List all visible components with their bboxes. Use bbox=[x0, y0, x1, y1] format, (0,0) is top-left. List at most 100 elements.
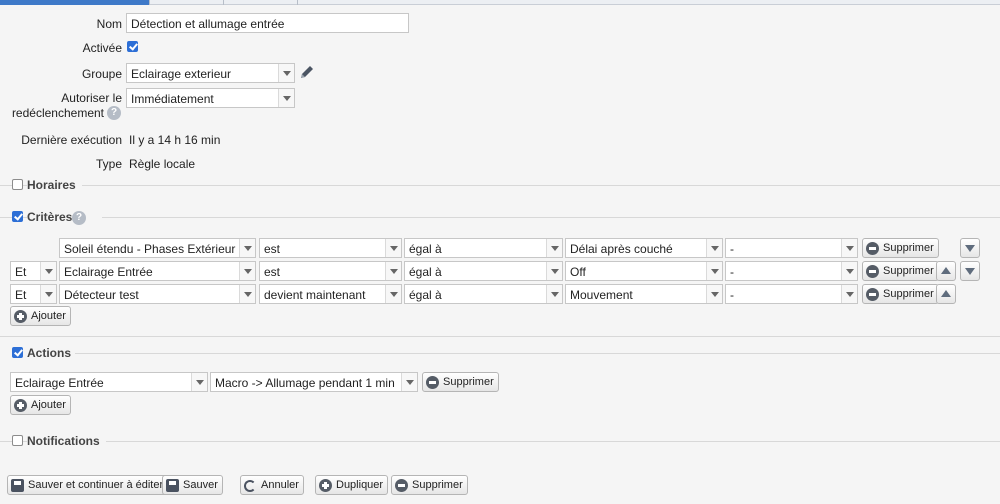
criteria-device-select[interactable]: Soleil étendu - Phases Extérieur bbox=[59, 238, 256, 258]
tab[interactable] bbox=[150, 0, 224, 5]
remove-criteria-button[interactable]: Supprimer bbox=[862, 261, 939, 281]
tab-active[interactable] bbox=[0, 0, 150, 5]
chevron-down-icon bbox=[841, 262, 857, 280]
actions-checkbox[interactable] bbox=[12, 347, 23, 358]
remove-criteria-button[interactable]: Supprimer bbox=[862, 238, 939, 258]
remove-action-button[interactable]: Supprimer bbox=[422, 372, 499, 392]
button-label: Supprimer bbox=[883, 288, 934, 300]
groupe-label: Groupe bbox=[81, 67, 122, 81]
chevron-down-icon bbox=[546, 285, 562, 303]
nom-input[interactable]: Détection et allumage entrée bbox=[126, 13, 409, 33]
add-criteria-button[interactable]: Ajouter bbox=[10, 306, 71, 326]
tab[interactable] bbox=[224, 0, 298, 5]
button-label: Supprimer bbox=[443, 376, 494, 388]
chevron-down-icon bbox=[278, 64, 294, 82]
undo-icon bbox=[244, 480, 256, 492]
chevron-down-icon bbox=[546, 239, 562, 257]
cancel-button[interactable]: Annuler bbox=[240, 475, 304, 495]
nom-label: Nom bbox=[96, 17, 122, 31]
button-label: Annuler bbox=[261, 479, 299, 491]
autoriser-label-1: Autoriser le bbox=[61, 91, 122, 105]
move-up-button[interactable] bbox=[936, 261, 956, 281]
minus-circle-icon bbox=[866, 265, 879, 278]
button-label: Sauver bbox=[183, 479, 218, 491]
chevron-down-icon bbox=[841, 239, 857, 257]
criteria-device-select[interactable]: Détecteur test bbox=[59, 284, 256, 304]
help-icon[interactable]: ? bbox=[107, 106, 121, 120]
criteria-conj-select[interactable]: Et bbox=[10, 284, 57, 304]
criteria-verb-select[interactable]: devient maintenant bbox=[259, 284, 402, 304]
save-and-continue-button[interactable]: Sauver et continuer à éditer bbox=[7, 475, 169, 495]
groupe-select-value: Eclairage exterieur bbox=[131, 67, 232, 81]
move-down-button[interactable] bbox=[960, 261, 980, 281]
action-command-select[interactable]: Macro -> Allumage pendant 1 min bbox=[210, 372, 418, 392]
criteria-value-select[interactable]: Off bbox=[565, 261, 723, 281]
delete-button[interactable]: Supprimer bbox=[391, 475, 468, 495]
criteria-extra-value: - bbox=[730, 265, 734, 279]
chevron-down-icon bbox=[278, 89, 294, 107]
plus-circle-icon bbox=[319, 479, 332, 492]
chevron-down-icon bbox=[841, 285, 857, 303]
criteria-conj-select[interactable]: Et bbox=[10, 261, 57, 281]
criteria-verb-select[interactable]: est bbox=[259, 238, 402, 258]
horaires-checkbox[interactable] bbox=[12, 179, 23, 190]
criteria-verb-value: devient maintenant bbox=[264, 288, 366, 302]
type-label: Type bbox=[95, 157, 122, 171]
groupe-select[interactable]: Eclairage exterieur bbox=[126, 63, 295, 83]
move-up-button[interactable] bbox=[936, 284, 956, 304]
button-label: Supprimer bbox=[412, 479, 463, 491]
criteria-verb-value: est bbox=[264, 265, 281, 279]
move-down-button[interactable] bbox=[960, 238, 980, 258]
minus-circle-icon bbox=[426, 376, 439, 389]
criteria-comp-value: égal à bbox=[409, 288, 442, 302]
criteria-value-select[interactable]: Mouvement bbox=[565, 284, 723, 304]
pencil-icon[interactable] bbox=[299, 64, 315, 80]
chevron-down-icon bbox=[401, 373, 417, 391]
derniere-label: Dernière exécution bbox=[21, 133, 122, 147]
remove-criteria-button[interactable]: Supprimer bbox=[862, 284, 939, 304]
criteria-value-value: Off bbox=[570, 265, 586, 279]
chevron-down-icon bbox=[239, 239, 255, 257]
chevron-down-icon bbox=[706, 239, 722, 257]
floppy-disk-icon bbox=[11, 479, 24, 492]
button-label: Sauver et continuer à éditer bbox=[28, 479, 164, 491]
activee-checkbox[interactable] bbox=[127, 41, 138, 52]
criteria-comp-select[interactable]: égal à bbox=[404, 261, 563, 281]
action-device-select[interactable]: Eclairage Entrée bbox=[10, 372, 208, 392]
criteres-checkbox[interactable] bbox=[12, 211, 23, 222]
button-label: Ajouter bbox=[31, 310, 66, 322]
divider bbox=[0, 336, 1000, 337]
criteria-extra-value: - bbox=[730, 242, 734, 256]
save-button[interactable]: Sauver bbox=[162, 475, 223, 495]
autoriser-select[interactable]: Immédiatement bbox=[126, 88, 295, 108]
chevron-down-icon bbox=[706, 285, 722, 303]
help-icon[interactable]: ? bbox=[72, 211, 86, 225]
chevron-down-icon bbox=[40, 262, 56, 280]
autoriser-select-value: Immédiatement bbox=[131, 92, 214, 106]
divider bbox=[0, 441, 1000, 442]
horaires-title: Horaires bbox=[27, 178, 82, 192]
chevron-down-icon bbox=[706, 262, 722, 280]
divider bbox=[0, 217, 1000, 218]
criteria-extra-select[interactable]: - bbox=[725, 284, 858, 304]
criteria-conj-value: Et bbox=[15, 265, 27, 279]
divider bbox=[0, 185, 1000, 186]
criteria-extra-select[interactable]: - bbox=[725, 261, 858, 281]
notifications-checkbox[interactable] bbox=[12, 435, 23, 446]
criteria-verb-select[interactable]: est bbox=[259, 261, 402, 281]
duplicate-button[interactable]: Dupliquer bbox=[315, 475, 389, 495]
criteria-value-select[interactable]: Délai après couché bbox=[565, 238, 723, 258]
criteria-verb-value: est bbox=[264, 242, 281, 256]
criteria-comp-select[interactable]: égal à bbox=[404, 238, 563, 258]
button-label: Ajouter bbox=[31, 399, 66, 411]
add-action-button[interactable]: Ajouter bbox=[10, 395, 71, 415]
criteria-device-select[interactable]: Eclairage Entrée bbox=[59, 261, 256, 281]
plus-circle-icon bbox=[14, 310, 27, 323]
actions-title: Actions bbox=[27, 346, 78, 360]
button-label: Supprimer bbox=[883, 265, 934, 277]
derniere-value: Il y a 14 h 16 min bbox=[129, 133, 221, 147]
criteria-comp-value: égal à bbox=[409, 265, 442, 279]
criteria-comp-select[interactable]: égal à bbox=[404, 284, 563, 304]
criteres-title: Critères bbox=[27, 210, 103, 224]
criteria-extra-select[interactable]: - bbox=[725, 238, 858, 258]
